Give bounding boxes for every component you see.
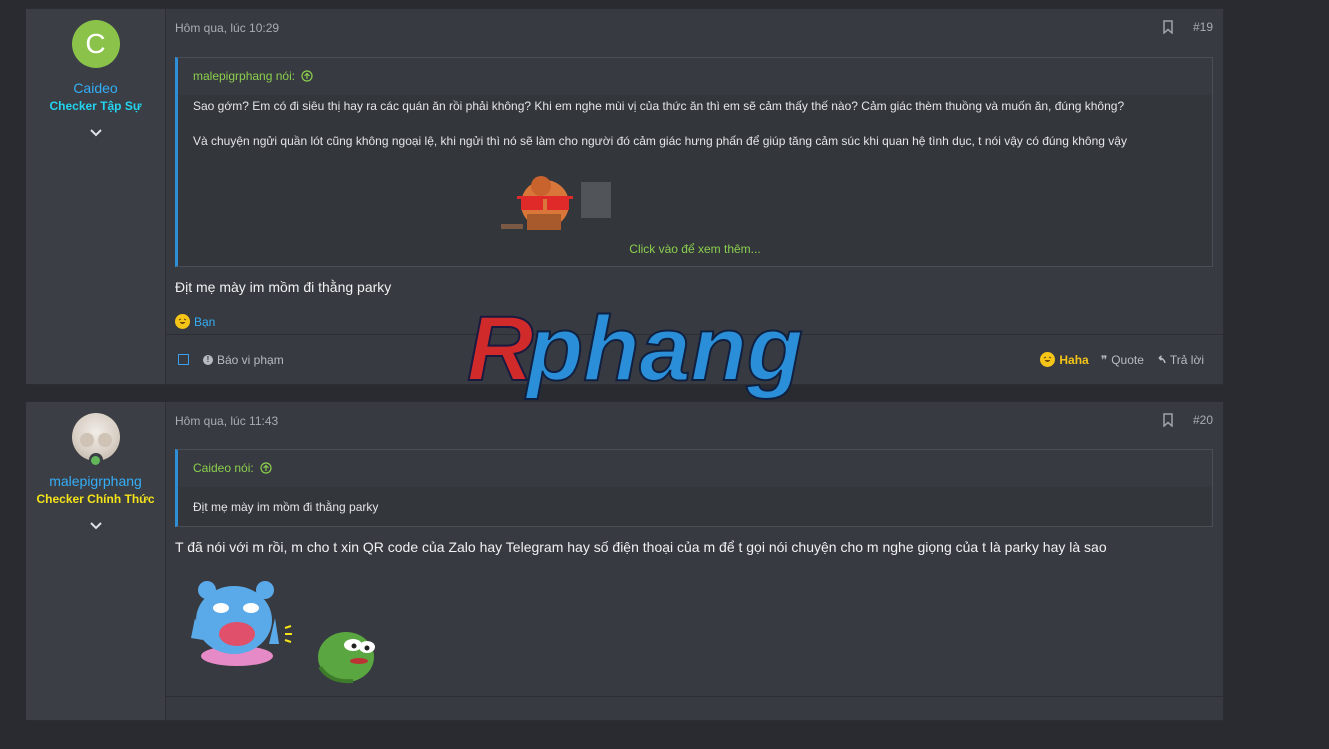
user-cell: malepigrphang Checker Chính Thức: [26, 402, 166, 720]
quote-button[interactable]: ❞ Quote: [1101, 353, 1144, 367]
select-post-checkbox[interactable]: [178, 354, 189, 365]
warning-icon: !: [203, 355, 213, 365]
reply-button[interactable]: Trả lời: [1156, 353, 1204, 367]
avatar[interactable]: [71, 413, 120, 467]
haha-reaction-button[interactable]: Haha: [1040, 352, 1089, 367]
reply-arrow-icon: [1158, 354, 1166, 363]
avatar[interactable]: C: [71, 20, 120, 68]
chevron-down-icon[interactable]: [88, 127, 104, 139]
quote-header[interactable]: Caideo nói:: [178, 450, 1212, 487]
arrow-up-circle-icon[interactable]: [260, 462, 272, 474]
report-link[interactable]: ! Báo vi phạm: [203, 353, 284, 367]
bookmark-icon[interactable]: [1162, 20, 1174, 34]
username[interactable]: Caideo: [26, 80, 165, 96]
rphang-watermark-logo: R phang: [466, 298, 804, 401]
quote-header[interactable]: malepigrphang nói:: [178, 58, 1212, 95]
bookmark-icon[interactable]: [1162, 413, 1174, 427]
quote-label: Quote: [1111, 352, 1144, 367]
sunglasses-sticker-image: [501, 176, 611, 230]
quote-marks-icon: ❞: [1100, 352, 1108, 367]
quote-author: malepigrphang nói:: [193, 69, 296, 83]
user-cell: C Caideo Checker Tập Sự: [26, 9, 166, 384]
quote-line: Sao gớm? Em có đi siêu thị hay ra các qu…: [193, 99, 1125, 113]
user-title: Checker Chính Thức: [36, 492, 155, 506]
blue-bear-shouting-sticker-image: [191, 581, 292, 666]
pepe-frog-sticker-image: [318, 632, 375, 684]
laughing-emoji-icon: [175, 314, 190, 329]
quote-block: malepigrphang nói: Sao gớm? Em có đi siê…: [175, 57, 1213, 267]
quote-author: Caideo nói:: [193, 461, 254, 475]
quote-line: Địt mẹ mày im mồm đi thằng parky: [193, 500, 379, 514]
post-actions: Haha ❞ Quote Trả lời: [1040, 352, 1204, 367]
online-status-icon: [88, 453, 103, 467]
quote-body: Địt mẹ mày im mồm đi thằng parky: [178, 500, 1212, 514]
haha-label: Haha: [1059, 352, 1089, 367]
arrow-up-circle-icon[interactable]: [301, 70, 314, 82]
expand-quote-link[interactable]: Click vào để xem thêm...: [178, 242, 1212, 256]
post-body: T đã nói với m rồi, m cho t xin QR code …: [175, 539, 1107, 555]
username[interactable]: malepigrphang: [26, 473, 165, 489]
quote-line: Và chuyện ngửi quần lót cũng không ngoại…: [193, 134, 1127, 148]
report-label: Báo vi phạm: [217, 353, 284, 367]
post-20: malepigrphang Checker Chính Thức Hôm qua…: [25, 401, 1224, 721]
post-time[interactable]: Hôm qua, lúc 11:43: [175, 414, 278, 428]
quote-body: Sao gớm? Em có đi siêu thị hay ra các qu…: [178, 99, 1212, 148]
laughing-emoji-icon: [1040, 352, 1056, 367]
post-body: Địt mẹ mày im mồm đi thằng parky: [175, 279, 392, 295]
post-main: Hôm qua, lúc 11:43 #20 Caideo nói: Địt m…: [165, 402, 1223, 720]
quote-block: Caideo nói: Địt mẹ mày im mồm đi thằng p…: [175, 449, 1213, 527]
post-time[interactable]: Hôm qua, lúc 10:29: [175, 21, 279, 35]
post-number[interactable]: #19: [1193, 20, 1213, 34]
user-title: Checker Tập Sự: [49, 99, 142, 113]
post-number[interactable]: #20: [1193, 413, 1213, 427]
reply-label: Trả lời: [1169, 352, 1204, 367]
watermark-text: phang: [524, 298, 803, 400]
watermark-text-r: R: [467, 298, 533, 400]
avatar-initial: C: [85, 28, 106, 59]
reaction-summary[interactable]: Bạn: [175, 314, 215, 329]
post-footer: [165, 696, 1223, 749]
reaction-user[interactable]: Bạn: [194, 315, 215, 329]
chevron-down-icon[interactable]: [88, 520, 104, 532]
